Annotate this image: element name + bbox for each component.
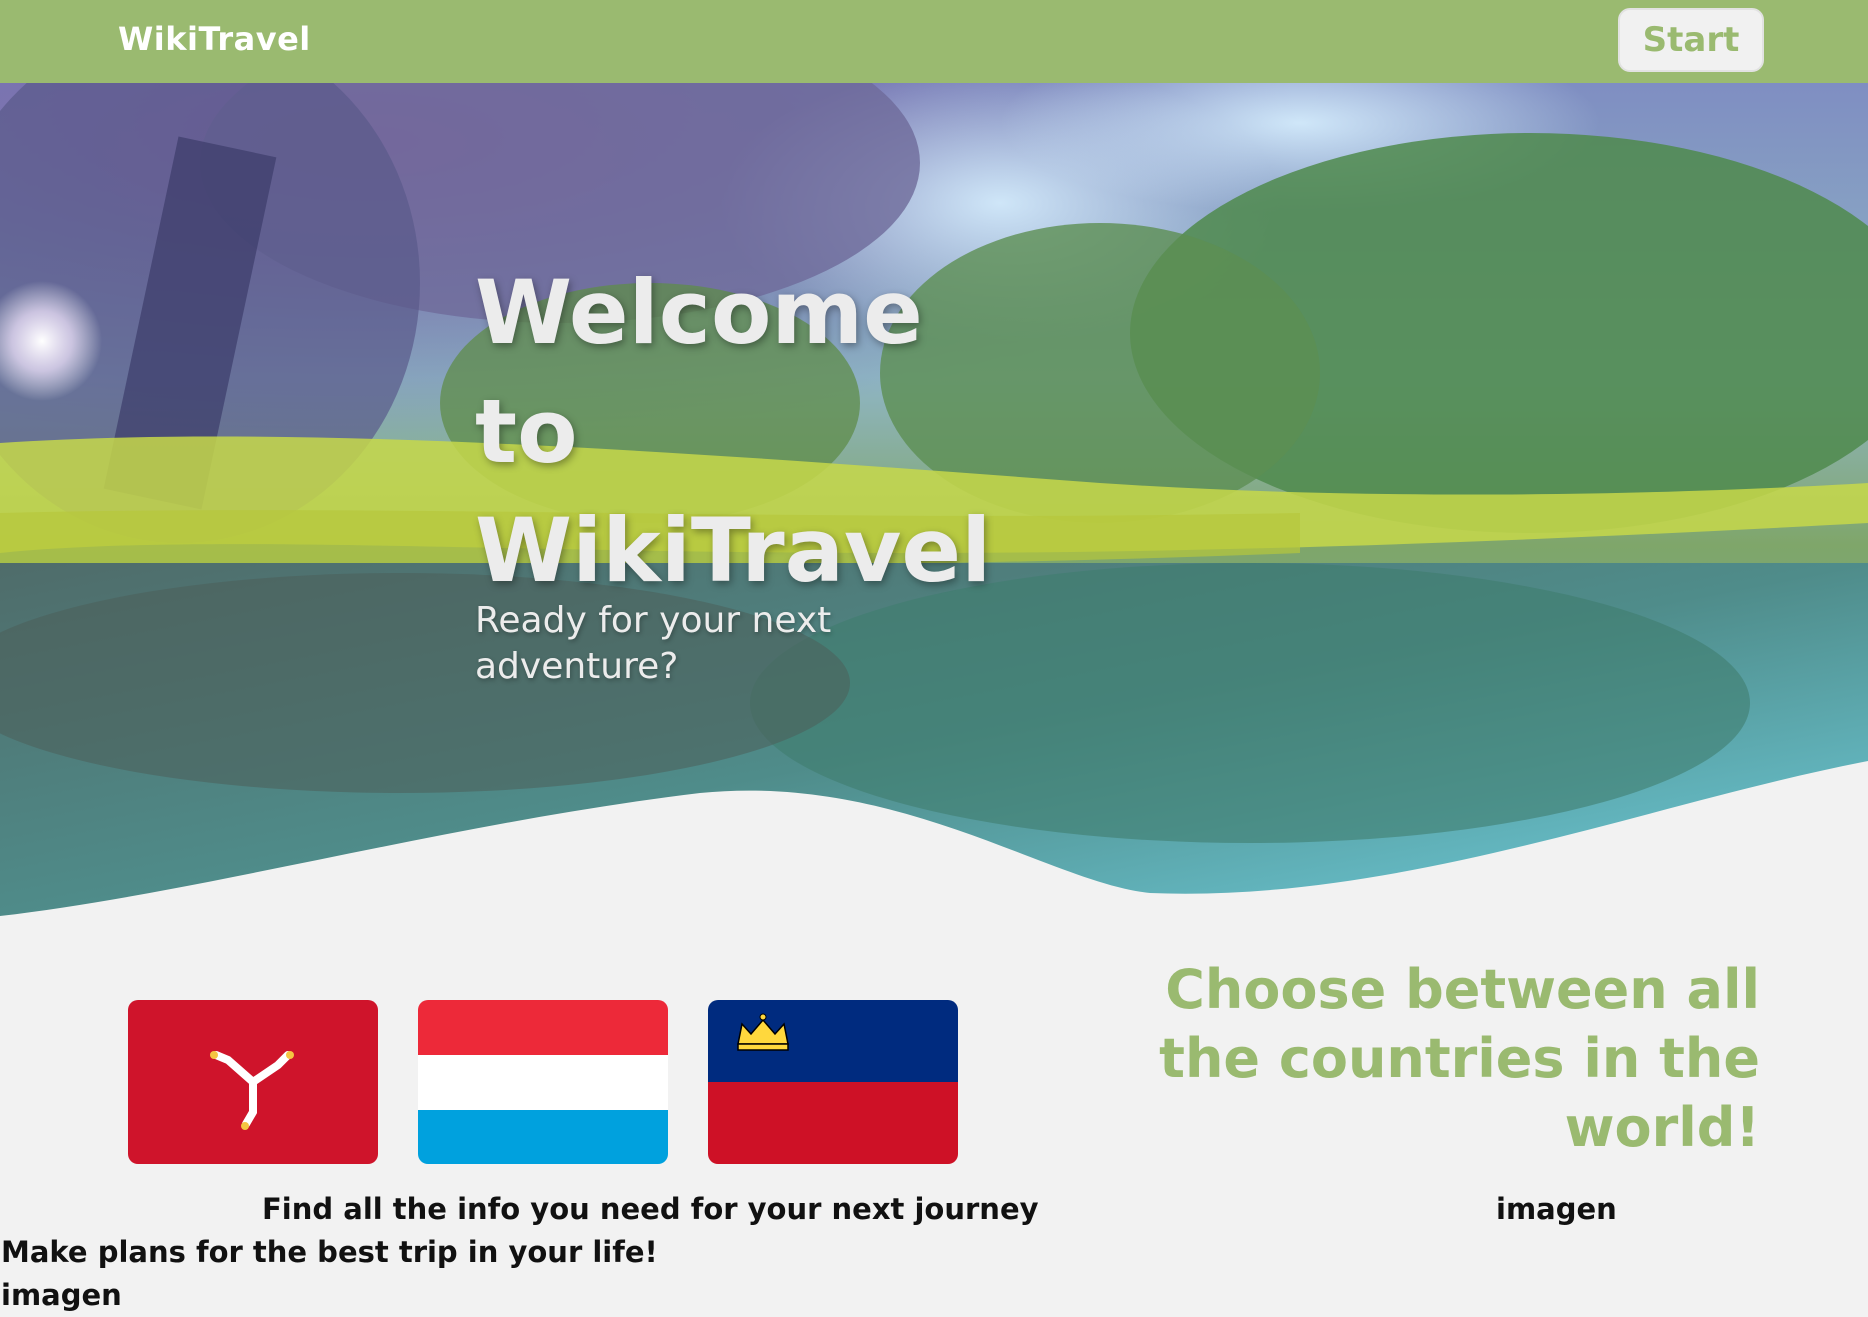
choose-countries-heading: Choose between all the countries in the … (1159, 958, 1760, 1159)
image-placeholder-left: imagen (1, 1278, 122, 1312)
image-placeholder-right: imagen (1496, 1192, 1617, 1226)
luxembourg-flag-icon (418, 1000, 668, 1164)
brand-logo[interactable]: WikiTravel (118, 20, 311, 58)
hero-title-line-3: WikiTravel (475, 499, 992, 602)
hero-subtitle: Ready for your next adventure? (475, 600, 832, 687)
hero-title-line-1: Welcome (475, 261, 923, 364)
isle-of-man-flag-icon (128, 1000, 378, 1164)
hero-section: Welcome to WikiTravel Ready for your nex… (0, 83, 1868, 923)
plans-text: Make plans for the best trip in your lif… (1, 1235, 658, 1269)
navbar: WikiTravel Start (0, 0, 1868, 83)
info-text: Find all the info you need for your next… (262, 1192, 1039, 1226)
hero-title-line-2: to (475, 380, 578, 483)
start-button[interactable]: Start (1618, 8, 1764, 72)
hero-title: Welcome to WikiTravel (475, 253, 1035, 610)
liechtenstein-flag-icon (708, 1000, 958, 1164)
